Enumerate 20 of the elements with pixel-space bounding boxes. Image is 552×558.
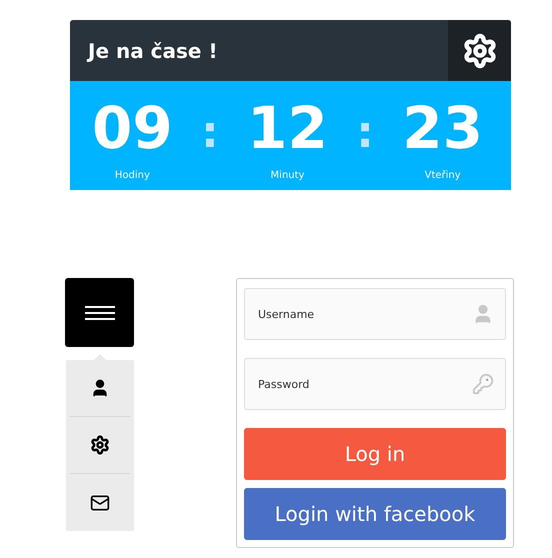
settings-icon [462, 32, 498, 68]
time-separator: : [356, 107, 374, 158]
menu-button[interactable] [65, 278, 134, 347]
settings-icon [90, 435, 110, 455]
time-label: Hodiny [114, 170, 150, 181]
key-icon [472, 373, 494, 395]
time-label: Minuty [270, 170, 304, 181]
time-label: Vteřiny [424, 170, 461, 181]
time-separator: : [201, 107, 219, 158]
input-field[interactable]: Password [244, 358, 506, 410]
login-button[interactable]: Log in [244, 428, 506, 480]
settings-button[interactable] [448, 20, 511, 81]
facebook-login-button[interactable]: Login with facebook [244, 488, 506, 540]
mail-icon [90, 492, 110, 512]
input-field[interactable]: Username [244, 288, 506, 340]
time-value: 12 [247, 99, 328, 157]
time-value: 09 [92, 99, 173, 157]
time-value: 23 [402, 99, 483, 157]
widget-title: Je na čase ! [86, 38, 219, 62]
menu-icon [84, 306, 114, 320]
